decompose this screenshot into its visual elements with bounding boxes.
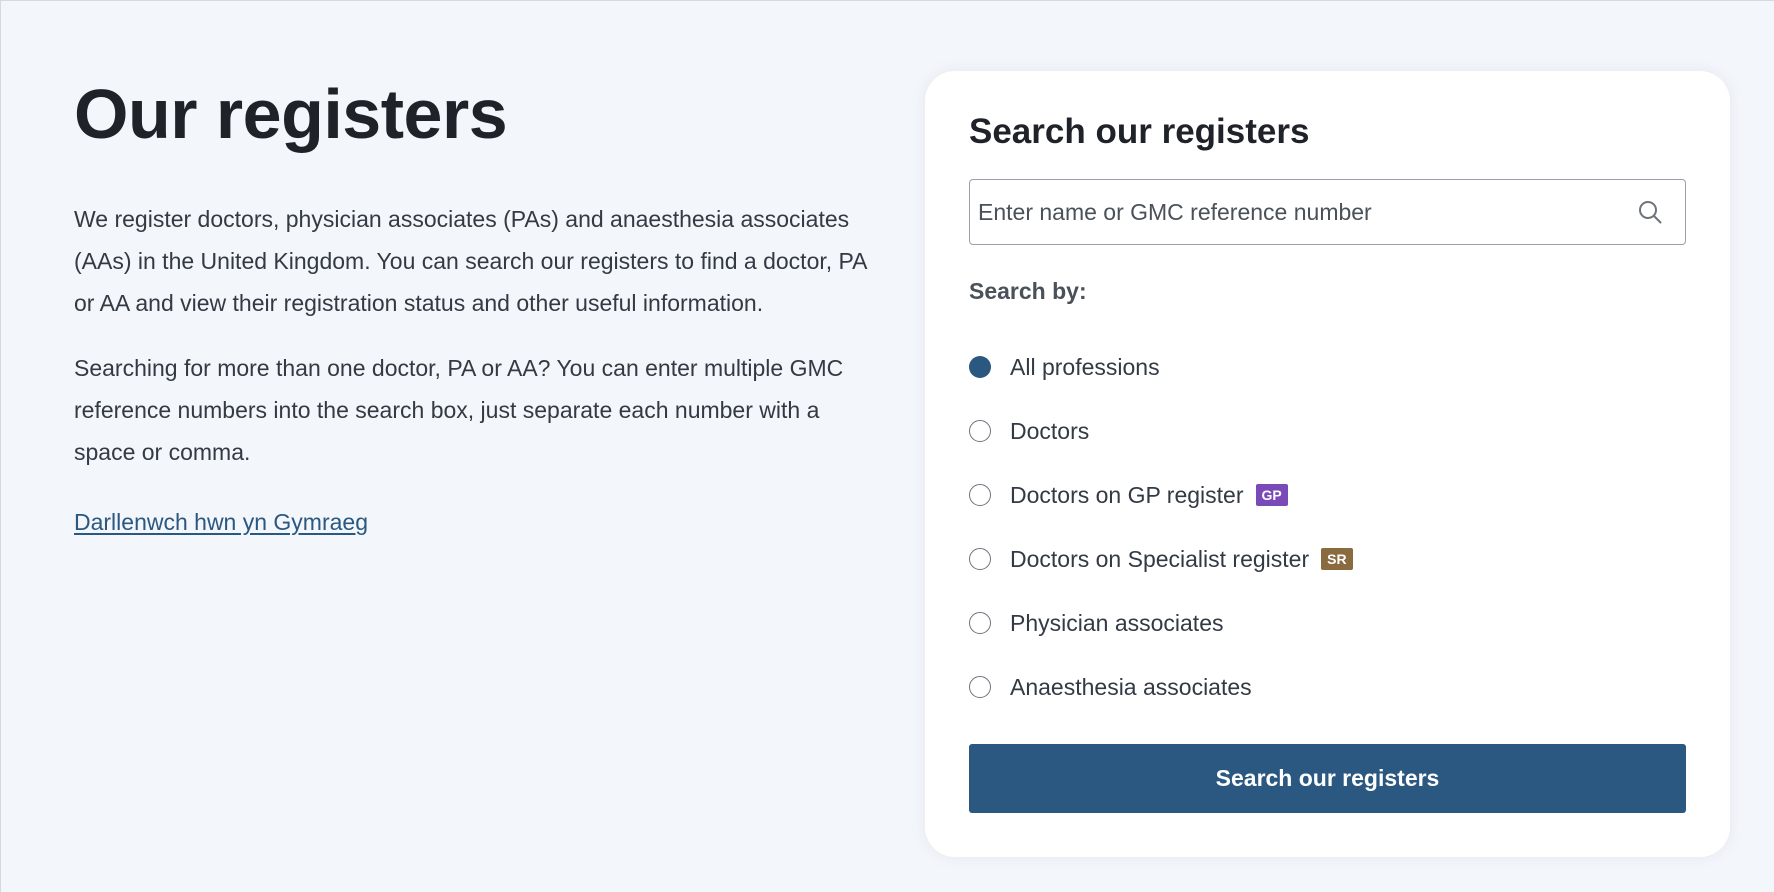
intro-section: Our registers We register doctors, physi… (74, 70, 884, 543)
option-label: All professions (1010, 353, 1160, 380)
radio-button[interactable] (969, 484, 991, 506)
radio-button[interactable] (969, 676, 991, 698)
page-title: Our registers (74, 75, 508, 153)
intro-paragraph: Searching for more than one doctor, PA o… (74, 355, 844, 465)
option-label: Doctors on GP register (1010, 481, 1244, 508)
search-by-label: Search by: (969, 278, 1087, 304)
gp-badge: GP (1255, 484, 1288, 506)
radio-button[interactable] (969, 548, 991, 570)
search-submit-button[interactable]: Search our registers (969, 744, 1686, 813)
search-card: Search our registers Search by: All prof… (925, 71, 1730, 857)
option-doctors[interactable]: Doctors (969, 399, 1353, 463)
option-label: Physician associates (1010, 609, 1224, 636)
option-anaesthesia-associates[interactable]: Anaesthesia associates (969, 655, 1353, 719)
radio-button[interactable] (969, 420, 991, 442)
welsh-language-link[interactable]: Darllenwch hwn yn Gymraeg (74, 501, 368, 543)
radio-button-checked[interactable] (969, 356, 991, 378)
option-specialist-register[interactable]: Doctors on Specialist register SR (969, 527, 1353, 591)
radio-button[interactable] (969, 612, 991, 634)
profession-options: All professions Doctors Doctors on GP re… (969, 335, 1353, 719)
search-box (969, 179, 1686, 245)
option-gp-register[interactable]: Doctors on GP register GP (969, 463, 1353, 527)
option-physician-associates[interactable]: Physician associates (969, 591, 1353, 655)
search-icon[interactable] (1635, 197, 1665, 227)
intro-paragraph: We register doctors, physician associate… (74, 206, 867, 316)
option-label: Anaesthesia associates (1010, 673, 1252, 700)
search-card-title: Search our registers (969, 112, 1310, 151)
sr-badge: SR (1321, 548, 1353, 570)
option-all-professions[interactable]: All professions (969, 335, 1353, 399)
intro-text: We register doctors, physician associate… (74, 198, 884, 473)
option-label: Doctors (1010, 417, 1090, 444)
option-label: Doctors on Specialist register (1010, 545, 1310, 572)
search-input[interactable] (970, 180, 1635, 244)
